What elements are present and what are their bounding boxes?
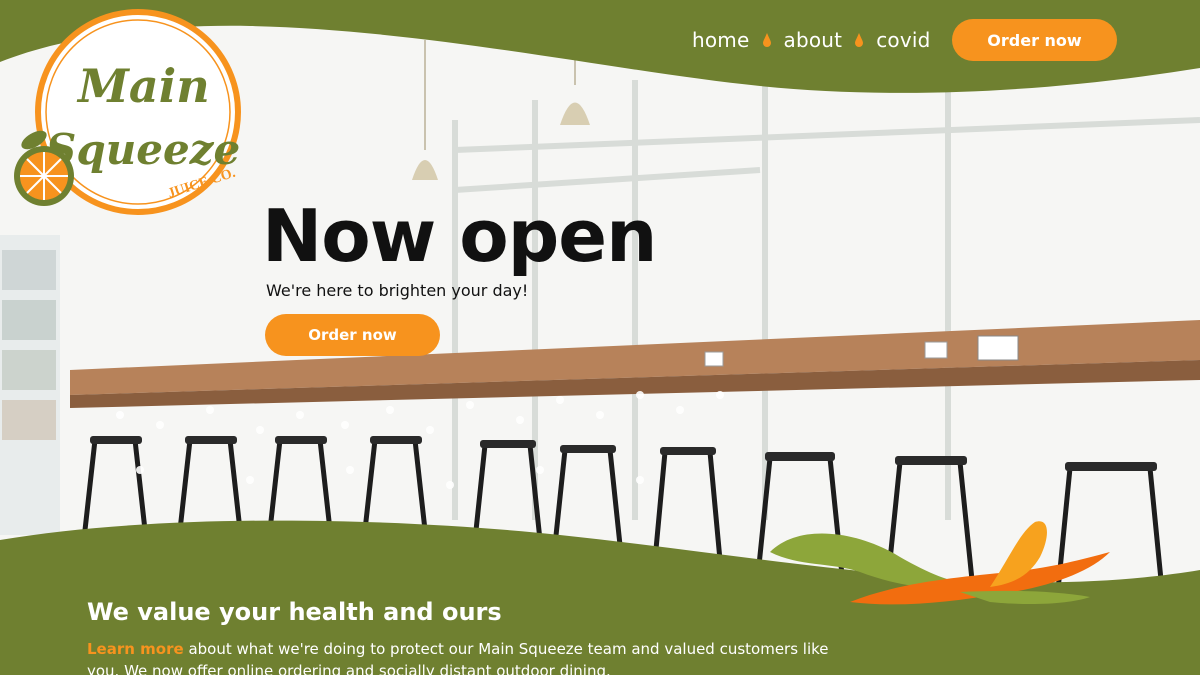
logo-badge: Main Squeeze JUICE CO. [14, 9, 241, 215]
nav-link-home[interactable]: home [692, 28, 750, 52]
section-body: Learn more about what we're doing to pro… [87, 638, 847, 682]
main-squeeze-logo[interactable]: Main Squeeze JUICE CO. [6, 4, 250, 220]
juice-drop-icon [762, 29, 772, 51]
header-order-now-button[interactable]: Order now [952, 19, 1117, 61]
learn-more-link[interactable]: Learn more [87, 640, 184, 658]
logo-text-squeeze: Squeeze [46, 125, 240, 174]
hero-order-now-button[interactable]: Order now [265, 314, 440, 356]
section-body-text: about what we're doing to protect our Ma… [87, 640, 829, 680]
hero-subtitle: We're here to brighten your day! [266, 281, 529, 300]
main-nav: home about covid [692, 28, 931, 52]
hero-title: Now open [262, 194, 657, 278]
section-title: We value your health and ours [87, 598, 502, 626]
juice-splash-decoration [770, 521, 1110, 605]
nav-link-about[interactable]: about [784, 28, 843, 52]
logo-text-main: Main [76, 59, 210, 113]
nav-link-covid[interactable]: covid [876, 28, 930, 52]
juice-drop-icon [854, 29, 864, 51]
